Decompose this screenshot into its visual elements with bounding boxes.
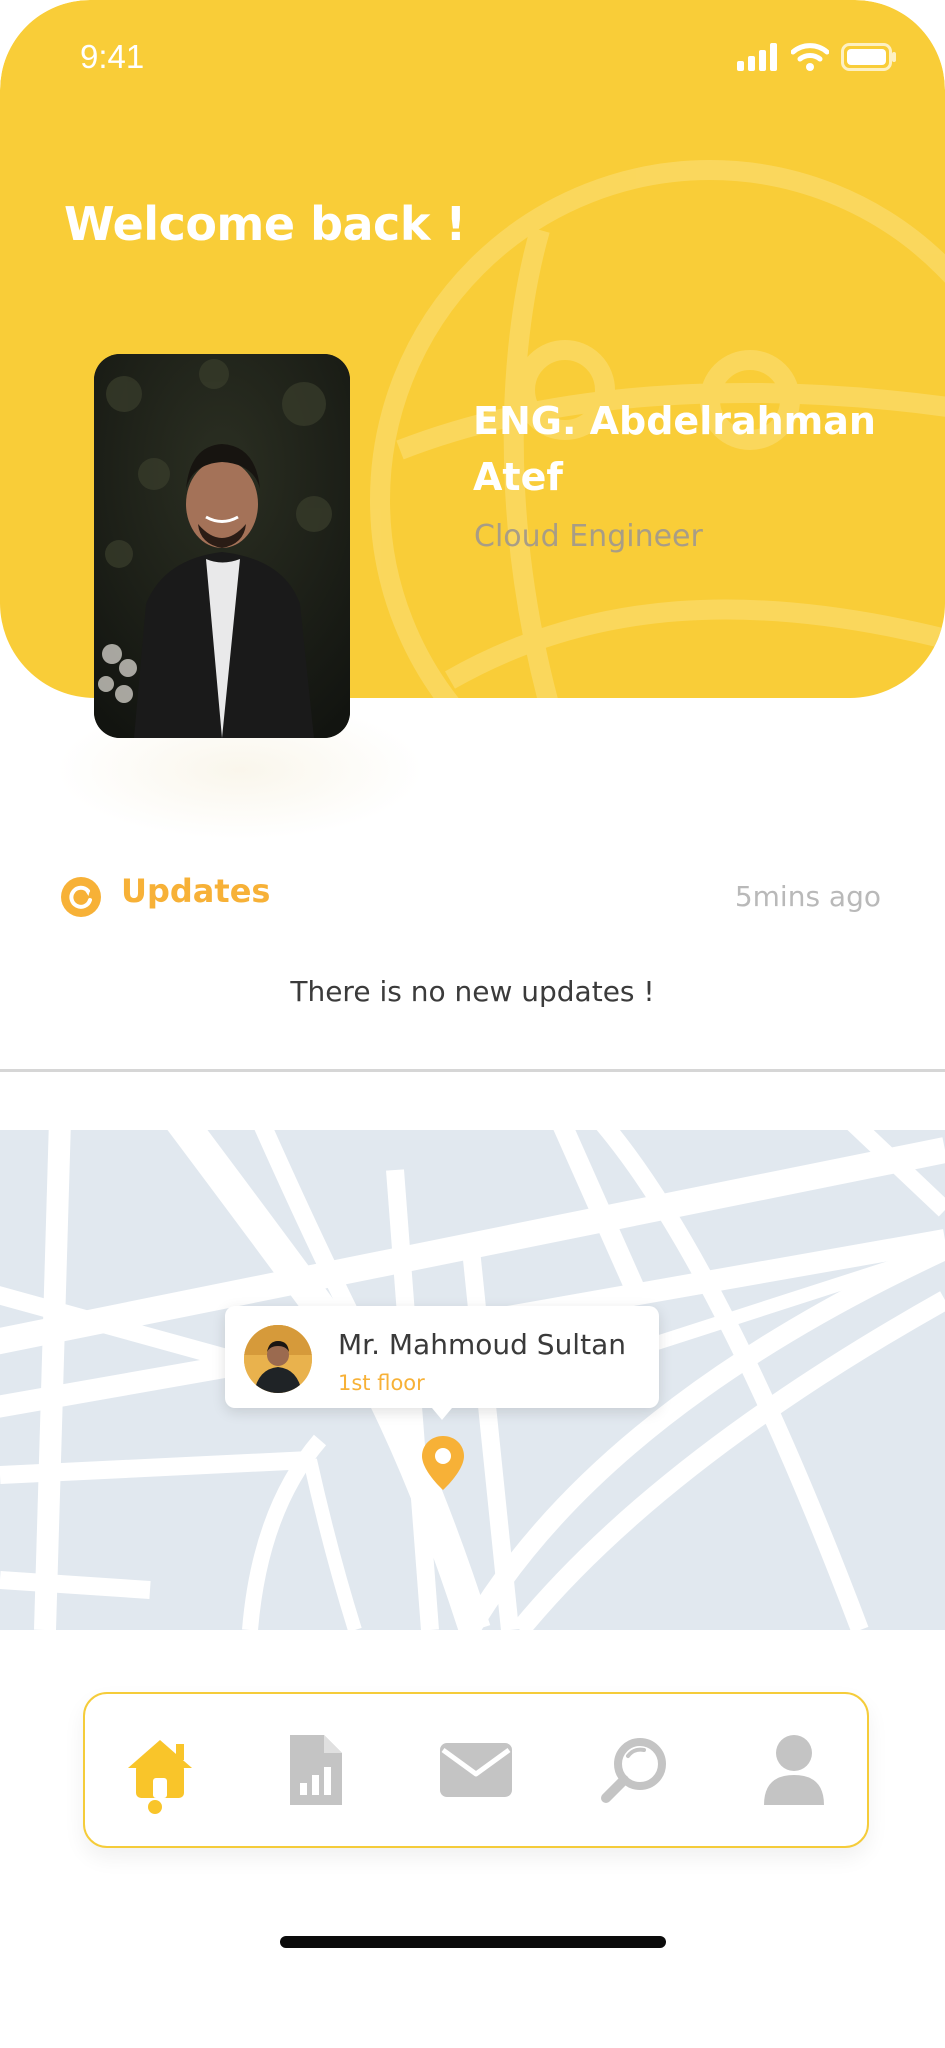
status-time: 9:41 (80, 38, 145, 75)
tab-home[interactable] (115, 1694, 205, 1846)
map-person-name: Mr. Mahmoud Sultan (338, 1328, 626, 1361)
signal-icon (737, 43, 777, 71)
updates-time: 5mins ago (734, 880, 881, 913)
tab-profile[interactable] (749, 1694, 839, 1846)
search-icon (601, 1738, 666, 1803)
refresh-icon (61, 877, 101, 917)
map-person-location: 1st floor (338, 1371, 425, 1395)
profile-photo[interactable] (94, 354, 350, 738)
profile-icon (764, 1735, 824, 1805)
report-icon (290, 1735, 342, 1805)
location-pin-icon[interactable] (420, 1434, 466, 1492)
battery-icon (841, 43, 896, 71)
profile-role: Cloud Engineer (474, 519, 703, 554)
wifi-icon (791, 43, 829, 71)
tab-reports[interactable] (271, 1694, 361, 1846)
mail-icon (440, 1743, 512, 1797)
updates-empty-message: There is no new updates ! (290, 975, 655, 1008)
tab-search[interactable] (589, 1694, 679, 1846)
welcome-heading: Welcome back ! (64, 197, 466, 251)
updates-title: Updates (121, 872, 271, 910)
map-person-avatar (244, 1325, 312, 1393)
home-icon (128, 1740, 192, 1798)
phone-screen: 9:41 Welcome back ! ENG. Abdelrahman Ate… (0, 0, 945, 2048)
home-indicator[interactable] (280, 1936, 666, 1948)
active-tab-indicator (148, 1800, 162, 1814)
profile-name: ENG. Abdelrahman Atef (473, 399, 876, 499)
tab-messages[interactable] (431, 1694, 521, 1846)
section-divider (0, 1069, 945, 1072)
map-person-card[interactable]: Mr. Mahmoud Sultan 1st floor (225, 1306, 659, 1420)
bottom-tab-bar (83, 1692, 869, 1848)
status-icons (737, 40, 897, 74)
